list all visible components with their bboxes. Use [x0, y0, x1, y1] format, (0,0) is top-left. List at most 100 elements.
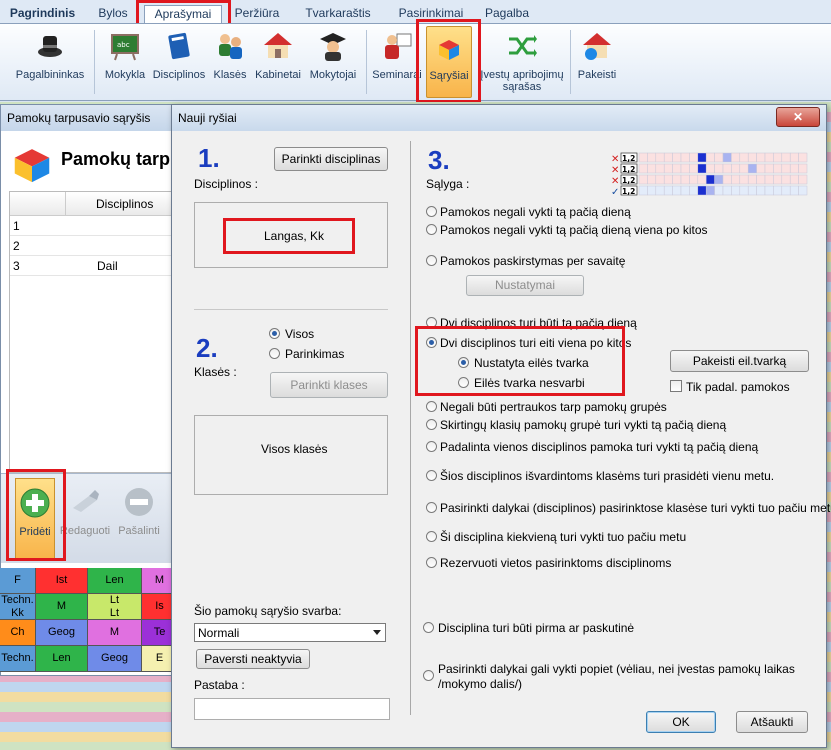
rooms-button[interactable]: Kabinetai [252, 26, 304, 98]
condition-parallel-label: Pasirinkti dalykai (disciplinos) pasirin… [440, 501, 831, 515]
preview-badge-text: 1,2 [622, 176, 635, 185]
tab-pagrindinis[interactable]: Pagrindinis [5, 5, 80, 23]
restrictions-list-button[interactable]: Įvestų apribojimų sąrašas [476, 26, 568, 98]
settings-button[interactable]: Nustatymai [466, 275, 584, 296]
change-order-button[interactable]: Pakeisti eil.tvarką [670, 350, 809, 372]
preview-cell [731, 152, 741, 163]
preview-cell [655, 163, 665, 174]
timetable-cell[interactable]: Ist [36, 568, 88, 594]
timetable-cell[interactable]: F [0, 568, 36, 594]
preview-cell [722, 174, 732, 185]
cross-icon: ✕ [611, 176, 619, 187]
condition-radio-split-same-day[interactable] [426, 441, 437, 452]
preview-cell [722, 163, 732, 174]
make-inactive-button[interactable]: Paversti neaktyvia [196, 649, 310, 669]
add-button[interactable]: Pridėti [15, 478, 55, 560]
preview-cell [722, 185, 732, 196]
pick-disciplines-button[interactable]: Parinkti disciplinas [274, 147, 388, 171]
timetable-cell[interactable]: Geog [36, 620, 88, 646]
condition-radio-reserve[interactable] [426, 557, 437, 568]
condition-radio-2[interactable] [426, 224, 437, 235]
preview-cell [697, 185, 707, 196]
only-split-checkbox[interactable] [670, 380, 682, 392]
condition-split-same-day-label: Padalinta vienos disciplinos pamoka turi… [440, 440, 759, 454]
preview-cell [798, 163, 808, 174]
ribbon-separator [366, 30, 367, 94]
preview-cell [697, 152, 707, 163]
selected-disciplines-value: Langas, Kk [264, 229, 325, 243]
table-row[interactable]: 3 Dail [10, 256, 180, 276]
timetable-cell[interactable]: Techn. [0, 646, 36, 672]
timetable-cell[interactable]: Geog [88, 646, 142, 672]
condition-radio-afternoon[interactable] [423, 670, 434, 681]
remove-button[interactable]: Pašalinti [113, 478, 165, 560]
preview-cell [773, 174, 783, 185]
table-row[interactable]: 1 [10, 216, 180, 236]
timetable-cell[interactable]: Techn. Kk [0, 594, 36, 620]
ok-button[interactable]: OK [646, 711, 716, 733]
pick-classes-button[interactable]: Parinkti klases [270, 372, 388, 398]
tab-aprasymai[interactable]: Aprašymai [144, 5, 222, 25]
cancel-button[interactable]: Atšaukti [736, 711, 808, 733]
changes-button[interactable]: Pakeisti [574, 26, 620, 98]
ribbon-separator [570, 30, 571, 94]
condition-radio-sequence[interactable] [426, 337, 437, 348]
teachers-button[interactable]: Mokytojai [304, 26, 362, 98]
order-any-radio[interactable] [458, 377, 469, 388]
tab-pasirinkimai[interactable]: Pasirinkimai [390, 5, 472, 23]
school-button[interactable]: abc Mokykla [100, 26, 150, 98]
timetable-cell[interactable]: Lt Lt [88, 594, 142, 620]
relations-button[interactable]: Sąryšiai [426, 26, 472, 98]
preview-cell [764, 174, 774, 185]
close-button[interactable]: ✕ [776, 107, 820, 127]
condition-radio-start-same-time[interactable] [426, 470, 437, 481]
condition-radio-parallel[interactable] [426, 502, 437, 513]
preview-cell [672, 174, 682, 185]
condition-radio-no-break[interactable] [426, 401, 437, 412]
importance-select[interactable]: Normali [194, 623, 386, 642]
column-divider [410, 141, 411, 715]
classes-pick-radio[interactable] [269, 348, 280, 359]
tab-tvarkarastis[interactable]: Tvarkaraštis [298, 5, 378, 23]
condition-radio-classes-same-day[interactable] [426, 419, 437, 430]
preview-cell [714, 163, 724, 174]
timetable-cell[interactable]: M [88, 620, 142, 646]
condition-label-1: Pamokos negali vykti tą pačią dieną [440, 205, 631, 219]
classes-label: Klasės [213, 69, 247, 81]
note-input[interactable] [194, 698, 390, 720]
preview-cell [764, 152, 774, 163]
table-row[interactable]: 2 [10, 236, 180, 256]
preview-cell [663, 174, 673, 185]
condition-radio-3[interactable] [426, 255, 437, 266]
preview-cell [655, 185, 665, 196]
timetable-cell[interactable]: Len [88, 568, 142, 594]
ribbon-panel: Pagalbininkas abc Mokykla Disciplinos Kl… [0, 23, 831, 101]
edit-button[interactable]: Redaguoti [57, 478, 113, 560]
relations-table: Disciplinos 1 2 3 Dail [9, 191, 180, 473]
order-fixed-radio[interactable] [458, 357, 469, 368]
preview-cell [689, 174, 699, 185]
condition-afternoon-label-1: Pasirinkti dalykai gali vykti popiet (vė… [438, 662, 795, 676]
timetable-cell[interactable]: Len [36, 646, 88, 672]
timetable-cell[interactable]: Ch [0, 620, 36, 646]
preview-cell [714, 174, 724, 185]
condition-radio-same-time-each[interactable] [426, 531, 437, 542]
preview-cell [722, 152, 732, 163]
condition-radio-same-day[interactable] [426, 317, 437, 328]
tab-pagalba[interactable]: Pagalba [478, 5, 536, 23]
preview-cell [773, 163, 783, 174]
classes-all-radio[interactable] [269, 328, 280, 339]
classes-button[interactable]: Klasės [210, 26, 250, 98]
preview-cell [705, 152, 715, 163]
helpers-button[interactable]: Pagalbininkas [10, 26, 90, 98]
tab-bylos[interactable]: Bylos [86, 5, 140, 23]
timetable-cell[interactable]: M [36, 594, 88, 620]
condition-radio-first-last[interactable] [423, 622, 434, 633]
column-header-disciplinos[interactable]: Disciplinos [96, 197, 153, 211]
condition-radio-1[interactable] [426, 206, 437, 217]
subjects-button[interactable]: Disciplinos [150, 26, 208, 98]
seminars-button[interactable]: Seminarai [372, 26, 422, 98]
preview-cell [739, 185, 749, 196]
school-label: Mokykla [104, 69, 146, 81]
tab-perziura[interactable]: Peržiūra [226, 5, 288, 23]
